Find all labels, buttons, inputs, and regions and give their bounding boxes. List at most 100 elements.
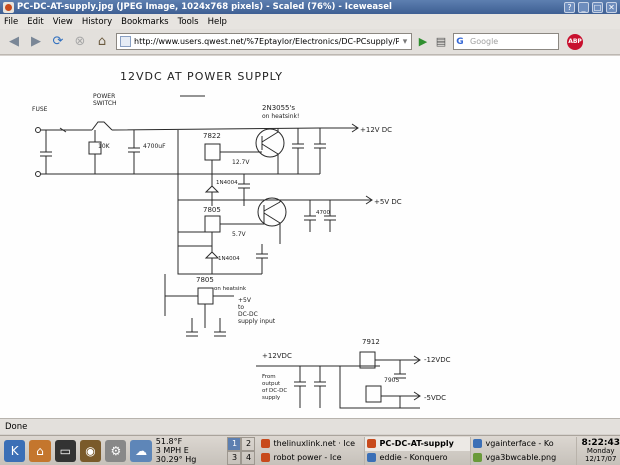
menu-bar: File Edit View History Bookmarks Tools H… (0, 14, 620, 29)
task-label: robot power - Ice (273, 453, 342, 462)
status-text: Done (5, 421, 28, 432)
desktop-4[interactable]: 4 (241, 450, 256, 465)
label-out-minus-5: -5VDC (424, 394, 446, 402)
weather-icon: ☁ (130, 439, 152, 462)
label-from-2: output (262, 381, 281, 387)
task-thelinuxlink[interactable]: thelinuxlink.net · Ice (259, 436, 366, 451)
weather-pressure: 30.29° Hg (155, 455, 197, 464)
task-label: PC-DC-AT-supply (379, 439, 454, 448)
label-cap-out-5v: 4700 (316, 210, 330, 216)
label-heatsink-1: on heatsink! (262, 113, 299, 120)
label-power-switch-1: POWER (93, 93, 115, 100)
label-diode-2: 1N4004 (218, 256, 240, 262)
label-from-4: supply (262, 395, 281, 401)
menu-file[interactable]: File (4, 17, 18, 27)
reload-icon[interactable]: ⟳ (48, 32, 68, 52)
go-icon[interactable]: ▶ (415, 33, 431, 50)
kde-launcher-icon[interactable]: ⚙ (105, 439, 127, 462)
label-from-1: From (262, 374, 276, 380)
dropdown-arrow-icon[interactable]: ▾ (399, 37, 411, 47)
desktop-pager: 1 2 3 4 (227, 436, 256, 465)
clock[interactable]: 8:22:43 Monday 12/17/07 (581, 437, 620, 463)
iceweasel-task-icon (367, 439, 377, 448)
google-icon[interactable]: G (454, 37, 466, 47)
menu-help[interactable]: Help (208, 17, 227, 27)
menu-tools[interactable]: Tools (178, 17, 199, 27)
label-diode-1: 1N4004 (216, 180, 238, 186)
menu-history[interactable]: History (82, 17, 112, 27)
task-robot-power[interactable]: robot power - Ice (259, 450, 366, 465)
label-resistor-10k: 10K (98, 143, 111, 150)
konqueror-task-icon (473, 439, 483, 448)
stop-icon[interactable]: ⊗ (70, 32, 90, 52)
task-label: eddie - Konquero (379, 453, 448, 462)
task-vgainterface[interactable]: vgainterface - Ko (471, 436, 578, 451)
label-power-switch-2: SWITCH (93, 100, 117, 107)
kde-menu-icon[interactable]: K (4, 439, 26, 462)
desktop-3[interactable]: 3 (227, 450, 242, 465)
browser-launcher-icon[interactable]: ◉ (79, 439, 102, 462)
weather-temp: 51.8°F (155, 437, 183, 446)
task-pc-dc-at-supply[interactable]: PC-DC-AT-supply (365, 436, 472, 451)
label-heatsink-3: on heatsink (214, 286, 247, 292)
adblock-icon[interactable]: ABP (567, 33, 583, 50)
search-input[interactable]: G Google (453, 33, 559, 50)
iceweasel-task-icon (261, 453, 271, 462)
image-viewport: 12VDC AT POWER SUPPLY FUSE POWER SWITCH … (0, 56, 620, 418)
menu-view[interactable]: View (53, 17, 73, 27)
label-reg-7905: 7905 (384, 377, 399, 384)
home-folder-icon[interactable]: ⌂ (29, 439, 51, 462)
iceweasel-task-icon (261, 439, 271, 448)
status-bar: Done (0, 418, 620, 434)
label-reg-7822: 7822 (203, 132, 221, 140)
page-favicon-icon (120, 36, 131, 47)
weather-wind: 3 MPH E (155, 446, 189, 455)
menu-edit[interactable]: Edit (27, 17, 43, 27)
desktop-1[interactable]: 1 (227, 436, 242, 451)
search-placeholder: Google (470, 37, 499, 46)
desktop-2[interactable]: 2 (241, 436, 256, 451)
terminal-icon[interactable]: ▭ (54, 439, 76, 462)
task-eddie[interactable]: eddie - Konquero (365, 450, 472, 465)
menu-bookmarks[interactable]: Bookmarks (121, 17, 169, 27)
schematic-wires (35, 95, 421, 409)
navigation-toolbar: ◀ ▶ ⟳ ⊗ ⌂ http://www.users.qwest.net/%7E… (0, 29, 620, 55)
iceweasel-icon (3, 1, 14, 13)
label-fuse: FUSE (32, 106, 48, 113)
label-out-12v: +12V DC (360, 126, 392, 134)
url-text[interactable]: http://www.users.qwest.net/%7Eptaylor/El… (134, 37, 399, 46)
label-reg-7912: 7912 (362, 338, 380, 346)
task-list: thelinuxlink.net · Ice PC-DC-AT-supply v… (259, 436, 578, 465)
task-label: thelinuxlink.net · Ice (273, 439, 356, 448)
print-icon[interactable]: ▤ (433, 33, 449, 50)
maximize-button[interactable]: □ (592, 1, 603, 13)
label-v-5-7: 5.7V (232, 231, 247, 238)
label-cap-4700: 4700uF (143, 143, 166, 150)
schematic-drawing: 12VDC AT POWER SUPPLY FUSE POWER SWITCH … (32, 70, 451, 409)
task-label: vga3bwcable.png (485, 453, 557, 462)
task-vga3bwcable[interactable]: vga3bwcable.png (471, 450, 578, 465)
konqueror-task-icon (367, 453, 377, 462)
home-icon[interactable]: ⌂ (92, 32, 112, 52)
help-button[interactable]: ? (564, 1, 575, 13)
schematic-labels: 12VDC AT POWER SUPPLY FUSE POWER SWITCH … (32, 70, 451, 402)
weather-widget: 51.8°F 3 MPH E 30.29° Hg (156, 437, 226, 464)
taskbar: K ⌂ ▭ ◉ ⚙ ☁ 51.8°F 3 MPH E 30.29° Hg 1 2… (0, 435, 620, 465)
back-arrow-icon[interactable]: ◀ (4, 32, 24, 52)
label-from-3: of DC-DC (262, 388, 287, 394)
label-note-supply-input: supply input (238, 318, 276, 325)
clock-date: 12/17/07 (585, 454, 617, 463)
label-2n3055: 2N3055's (262, 104, 295, 112)
drawing-title: 12VDC AT POWER SUPPLY (120, 70, 283, 83)
label-note-dcdc: DC-DC (238, 311, 258, 318)
title-bar: PC-DC-AT-supply.jpg (JPEG Image, 1024x76… (0, 0, 620, 14)
close-button[interactable]: ✕ (606, 1, 617, 13)
clock-day: Monday (586, 446, 615, 455)
label-v-12-7: 12.7V (232, 159, 250, 166)
label-reg-7805-b: 7805 (196, 276, 214, 284)
window-title: PC-DC-AT-supply.jpg (JPEG Image, 1024x76… (17, 2, 392, 12)
minimize-button[interactable]: _ (578, 1, 589, 13)
clock-time: 8:22:43 (581, 437, 620, 448)
forward-arrow-icon[interactable]: ▶ (26, 32, 46, 52)
url-bar[interactable]: http://www.users.qwest.net/%7Eptaylor/El… (116, 33, 412, 50)
